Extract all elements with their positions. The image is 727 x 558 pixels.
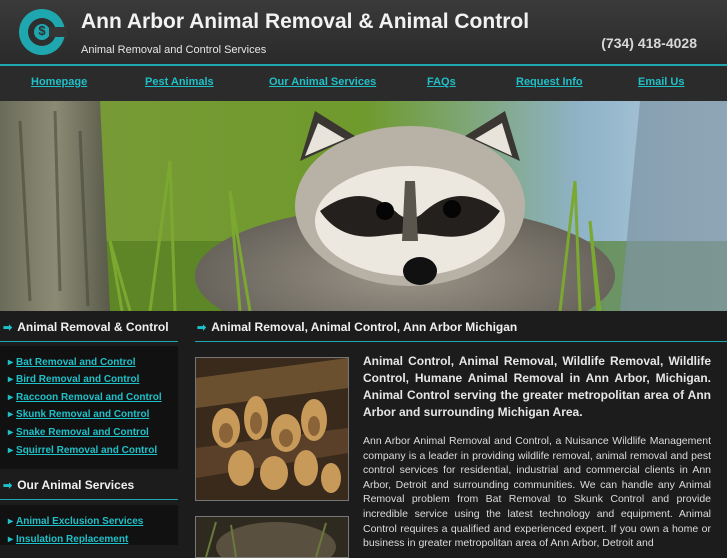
nav-pest-animals[interactable]: Pest Animals [145,76,214,88]
bullet-icon: ▸ [8,427,14,438]
dollar-icon: $ [38,23,46,38]
sidebar-list-removal: ▸ Bat Removal and Control ▸ Bird Removal a… [0,346,178,469]
arrow-icon: ➡ [197,322,207,334]
hero-raccoon-image [0,101,727,311]
sidebar-item-snake[interactable]: ▸ Snake Removal and Control [8,427,149,438]
bullet-icon: ▸ [8,409,14,420]
arrow-icon: ➡ [3,480,13,492]
sidebar-heading-animal-removal: ➡ Animal Removal & Control [3,320,169,334]
site-header: $ Ann Arbor Animal Removal & Animal Cont… [0,0,727,64]
sidebar-item-bird[interactable]: ▸ Bird Removal and Control [8,374,139,385]
logo-icon[interactable]: $ [19,9,67,55]
nav-our-animal-services[interactable]: Our Animal Services [269,76,376,88]
nav-request-info[interactable]: Request Info [516,76,583,88]
sidebar-item-raccoon[interactable]: ▸ Raccoon Removal and Control [8,392,162,403]
body-paragraph: Ann Arbor Animal Removal and Control, a … [363,435,711,550]
site-title: Ann Arbor Animal Removal & Animal Contro… [81,10,530,33]
second-photo [195,516,349,558]
sidebar-item-squirrel[interactable]: ▸ Squirrel Removal and Control [8,445,157,456]
sidebar-item-insulation[interactable]: ▸ Insulation Replacement [8,534,128,545]
nav-faqs[interactable]: FAQs [427,76,456,88]
lead-paragraph: Animal Control, Animal Removal, Wildlife… [363,354,711,419]
bullet-icon: ▸ [8,357,14,368]
sidebar-heading-services: ➡ Our Animal Services [3,478,135,492]
main-heading: ➡ Animal Removal, Animal Control, Ann Arb… [197,320,518,334]
divider [0,499,178,500]
sidebar-item-bat[interactable]: ▸ Bat Removal and Control [8,357,136,368]
bullet-icon: ▸ [8,374,14,385]
main-nav: Homepage Pest Animals Our Animal Service… [0,64,727,101]
phone-number: (734) 418-4028 [601,35,697,51]
sidebar-item-exclusion[interactable]: ▸ Animal Exclusion Services [8,516,143,527]
divider [195,341,727,342]
nav-homepage[interactable]: Homepage [31,76,87,88]
site-tagline: Animal Removal and Control Services [81,44,267,56]
bullet-icon: ▸ [8,534,14,545]
bat-colony-photo [195,357,349,501]
bullet-icon: ▸ [8,392,14,403]
sidebar-item-skunk[interactable]: ▸ Skunk Removal and Control [8,409,149,420]
sidebar-list-services: ▸ Animal Exclusion Services ▸ Insulation R… [0,505,178,545]
nav-email-us[interactable]: Email Us [638,76,684,88]
bullet-icon: ▸ [8,445,14,456]
bullet-icon: ▸ [8,516,14,527]
arrow-icon: ➡ [3,322,13,334]
divider [0,341,178,342]
